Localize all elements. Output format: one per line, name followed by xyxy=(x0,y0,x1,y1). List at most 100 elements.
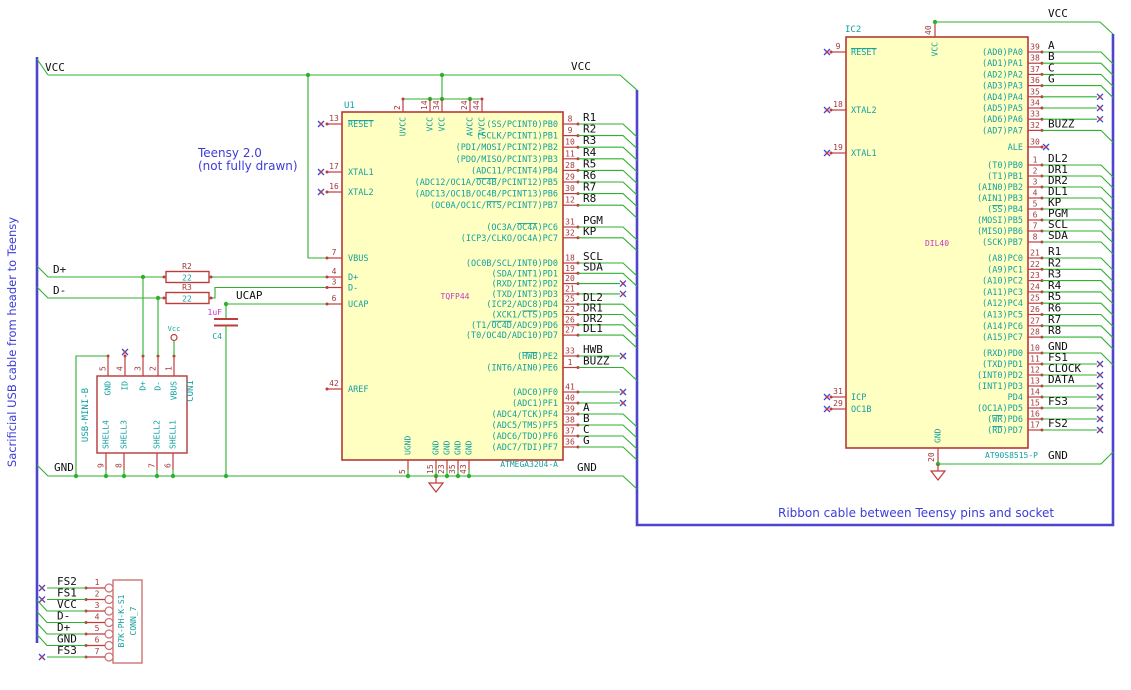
no-connect-icon xyxy=(38,596,46,603)
pin-name: GND xyxy=(104,381,113,396)
pin-number: 43 xyxy=(459,464,468,474)
pin-tip xyxy=(325,256,329,260)
schematic-sheet: Sacrificial USB cable from header to Tee… xyxy=(0,0,1131,690)
note-sacrificial-cable: Sacrificial USB cable from header to Tee… xyxy=(5,217,19,467)
pin-number: 20 xyxy=(565,274,575,283)
pin-name: VBUS xyxy=(348,254,368,264)
pin-name: SHELL3 xyxy=(120,420,129,449)
pin-name: (ADC1)PF1 xyxy=(512,399,558,409)
pin-name: (A9)PC1 xyxy=(987,265,1023,275)
ucap-net: UCAP xyxy=(223,289,327,307)
pin-name: SHELL4 xyxy=(102,420,111,449)
pin-number: 5 xyxy=(398,469,407,474)
net-label: R8 xyxy=(1048,324,1061,337)
pin-name: (PDO/MISO/PCINT3)PB3 xyxy=(456,155,558,165)
pin-number: 3 xyxy=(1033,178,1038,187)
pin-number: 3 xyxy=(332,278,337,287)
pin-number: 10 xyxy=(565,138,575,147)
pin-number: 39 xyxy=(565,405,575,414)
pin-name: (ADC6/TDO)PF6 xyxy=(491,432,558,442)
pin-number: 19 xyxy=(833,143,843,152)
pin-number: 18 xyxy=(565,254,575,263)
pin-number: 19 xyxy=(565,264,575,273)
dplus-label: D+ xyxy=(53,263,67,276)
pin-number: 10 xyxy=(1030,344,1040,353)
pin-number: 11 xyxy=(565,149,575,158)
pin-tip xyxy=(325,170,329,174)
conn7-value: B7K-PH-K-S1 xyxy=(117,594,126,647)
header-conn7: B7K-PH-K-S1 CONN_71FS22FS13VCC4D-5D+6GND7… xyxy=(36,575,143,664)
pin-number: 4 xyxy=(95,613,100,622)
no-connect-icon xyxy=(1096,426,1104,434)
pin-number: 9 xyxy=(97,463,106,468)
pin-name: (AD2)PA2 xyxy=(982,70,1023,80)
pin-tip xyxy=(325,275,329,279)
no-connect-icon xyxy=(1096,93,1104,101)
gnd-label-mid: GND xyxy=(577,461,597,474)
pin-name: (OC0A/OC1C/RTS/PCINT7)PB7 xyxy=(430,201,558,211)
pin-number: 25 xyxy=(565,295,575,304)
pin-name: XTAL2 xyxy=(851,106,877,116)
pin-name: D- xyxy=(154,381,163,391)
no-connect-icon xyxy=(823,48,831,56)
u1-part: ATMEGA32U4-A xyxy=(500,460,558,469)
pin-name: D+ xyxy=(139,381,148,391)
ic2-part: AT90S8515-P xyxy=(985,451,1038,460)
pin-number: 34 xyxy=(432,100,441,110)
pin-number: 18 xyxy=(833,100,843,109)
pin-number: 27 xyxy=(565,326,575,335)
pin-name: (T1)PB1 xyxy=(987,172,1023,182)
net-label: DL1 xyxy=(583,322,603,335)
pin-name: (AIN1)PB3 xyxy=(977,194,1023,204)
pin-number: 17 xyxy=(329,162,339,171)
vcc-flag-label: Vcc xyxy=(168,325,181,333)
resistor-value: 22 xyxy=(182,274,192,283)
pin-number: 36 xyxy=(1030,76,1040,85)
pin-number: 6 xyxy=(1033,211,1038,220)
pin-number: 22 xyxy=(1030,260,1040,269)
pin-number: 9 xyxy=(568,126,573,135)
pin-number: 21 xyxy=(1030,249,1040,258)
pin-number: 11 xyxy=(1030,355,1040,364)
pin-tip xyxy=(209,275,213,279)
pin-number: 15 xyxy=(1030,399,1040,408)
pin-number: 26 xyxy=(1030,305,1040,314)
pin-tip xyxy=(123,354,127,358)
resistor-ref: R3 xyxy=(182,283,192,292)
pin-number: 6 xyxy=(164,463,173,468)
vcc-label-right: VCC xyxy=(1048,7,1068,20)
pin-number: 5 xyxy=(99,366,108,371)
pin-number: 26 xyxy=(565,315,575,324)
pin-tip xyxy=(162,296,166,300)
pin-name: (ADC0)PF0 xyxy=(512,388,558,398)
vcc-label-mid: VCC xyxy=(571,60,591,73)
pin-name: RESET xyxy=(851,48,877,58)
pin-name: (ADC4/TCK)PF4 xyxy=(491,410,558,420)
pin-number: 7 xyxy=(148,463,157,468)
pin-tip xyxy=(162,275,166,279)
pin-number: 4 xyxy=(1033,189,1038,198)
net-label: R8 xyxy=(583,192,596,205)
ucap-label: UCAP xyxy=(236,289,263,302)
no-connect-icon xyxy=(1096,404,1104,412)
pin-number: 36 xyxy=(565,438,575,447)
pin-name: (TXD)PD1 xyxy=(982,360,1023,370)
pin-name: (HWB)PE2 xyxy=(517,352,558,362)
pin-number: 34 xyxy=(1030,99,1040,108)
pin-name: (T0/OC4D/ADC10)PD7 xyxy=(466,331,558,341)
pin-number: 3 xyxy=(134,366,143,371)
con1-value: USB-MINI-B xyxy=(81,388,91,442)
net-label: DATA xyxy=(1048,373,1075,386)
pin-number: 13 xyxy=(329,114,339,123)
pin-number: 32 xyxy=(565,228,575,237)
pin-tip xyxy=(829,151,833,155)
pin-number: 25 xyxy=(1030,294,1040,303)
no-connect-icon xyxy=(823,149,831,157)
net-label: G xyxy=(1048,73,1055,86)
pin-number: 31 xyxy=(833,387,843,396)
pin-number: 20 xyxy=(927,452,936,462)
no-connect-icon xyxy=(317,168,325,176)
pin-number: 6 xyxy=(332,294,337,303)
con1-ref: CON1 xyxy=(186,380,196,402)
pin-name: (INT1)PD3 xyxy=(977,382,1023,392)
